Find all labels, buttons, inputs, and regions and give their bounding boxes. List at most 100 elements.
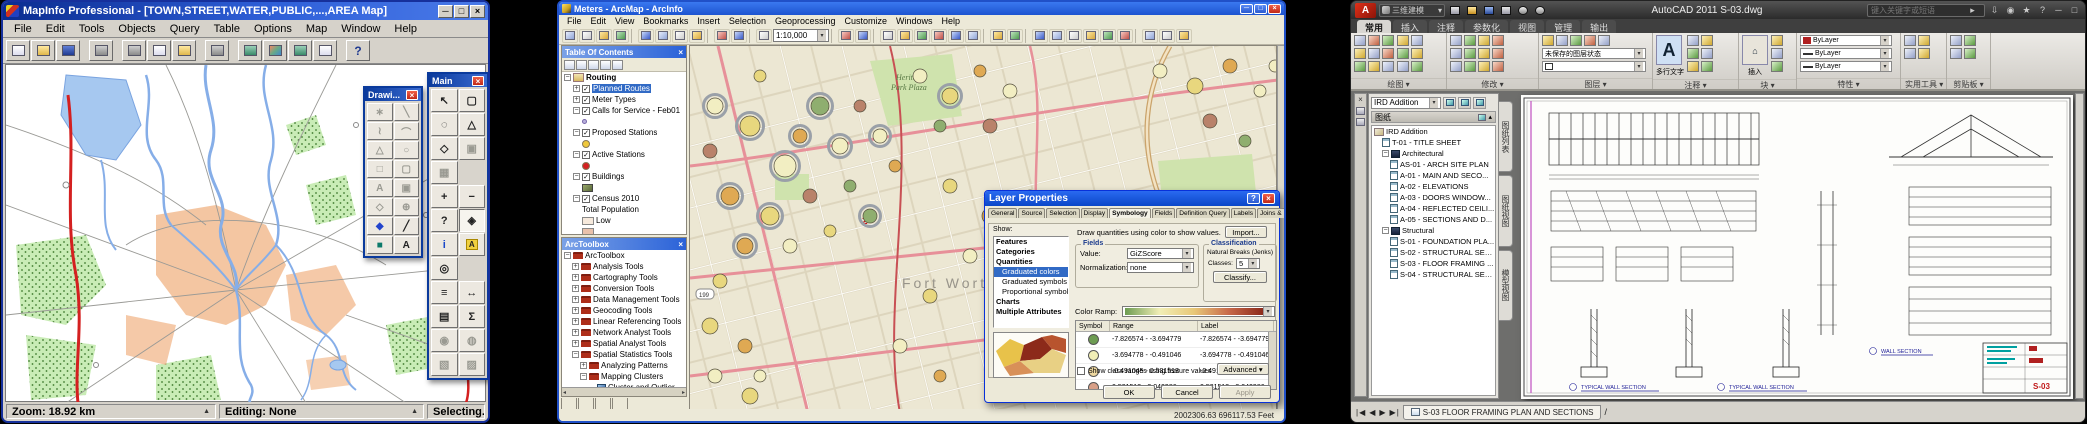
show-list-item[interactable]: Multiple Attributes (994, 307, 1068, 317)
layer-checkbox[interactable]: ✓ (582, 96, 590, 104)
zoom-in-button[interactable]: + (431, 185, 458, 208)
ribbon-tab[interactable]: 注释 (1429, 20, 1463, 33)
copy-button[interactable] (655, 29, 671, 43)
menu-item[interactable]: Edit (587, 16, 611, 26)
new-button[interactable] (562, 29, 578, 43)
cut-button[interactable] (638, 29, 654, 43)
polygon-button[interactable]: △ (367, 141, 393, 159)
ok-button[interactable]: OK (1103, 385, 1155, 399)
dialog-tab[interactable]: Labels (1231, 208, 1256, 218)
bylayer-dropdown[interactable]: ByLayer▾ (1800, 61, 1892, 72)
menu-item[interactable]: File (563, 16, 586, 26)
toolbox-item[interactable]: +Linear Referencing Tools (562, 316, 686, 327)
tool-icon[interactable] (1354, 61, 1366, 72)
dialog-tab[interactable]: Selection (1046, 208, 1079, 218)
list-by-selection-icon[interactable] (600, 60, 611, 70)
help-icon[interactable]: ? (2036, 5, 2049, 15)
refresh-icon[interactable] (1443, 97, 1456, 109)
select-button[interactable]: ↖ (431, 89, 458, 112)
tool-icon[interactable] (1771, 61, 1783, 72)
autocad-titlebar[interactable]: A 三维建模▾ AutoCAD 2011 S-03.dwg ▸ ⇩ ◉ ★ ? … (1351, 1, 2085, 19)
sheet-tree-item[interactable]: S-01 - FOUNDATION PLA... (1372, 236, 1495, 247)
menu-item[interactable]: Insert (693, 16, 724, 26)
vertical-scrollbar[interactable] (1268, 332, 1276, 389)
last-layout-icon[interactable]: ▶| (1390, 408, 1400, 417)
autohide-icon[interactable] (1356, 107, 1365, 115)
toolbox-item[interactable]: +Geocoding Tools (562, 305, 686, 316)
sheet-tree-item[interactable]: A-03 - DOORS WINDOW... (1372, 192, 1495, 203)
tool-icon[interactable] (1492, 48, 1504, 59)
menu-item[interactable]: Table (207, 22, 247, 36)
status-zoom[interactable]: Zoom: 18.92 km▲ (6, 404, 216, 419)
menu-item[interactable]: Bookmarks (639, 16, 692, 26)
hotlink-button[interactable]: ◎ (431, 257, 458, 280)
rounded-rectangle-button[interactable]: ▢ (394, 160, 420, 178)
symbol-button[interactable]: ∗ (367, 103, 393, 121)
clear-selection-button[interactable] (1049, 29, 1065, 43)
layer-tool-icon[interactable] (1570, 35, 1582, 46)
forward-button[interactable] (1007, 29, 1023, 43)
dialog-tab[interactable]: Definition Query (1176, 208, 1229, 218)
drawing-sheet[interactable]: TYPICAL WALL SECTION TYPICAL WALL SECTIO… (1521, 95, 2073, 399)
frame-button[interactable]: ▣ (394, 179, 420, 197)
panel-label[interactable]: 块 ▾ (1739, 79, 1796, 90)
ribbon-tab[interactable]: 插入 (1393, 20, 1427, 33)
toolbox-item[interactable]: Cluster and Outlier Analysis (Anselin Lo… (562, 382, 686, 387)
clip-region-onoff-button[interactable]: ▨ (459, 353, 486, 376)
plot-icon[interactable] (1499, 4, 1513, 17)
class-row[interactable]: -7.826574 - -3.694779-7.826574 - -3.6947… (1076, 332, 1276, 348)
copy-button[interactable] (147, 40, 171, 61)
toolbox-item[interactable]: +Conversion Tools (562, 283, 686, 294)
show-list-item[interactable]: Quantities (994, 257, 1068, 267)
editor-button[interactable] (838, 29, 854, 43)
show-statistics-button[interactable]: Σ (459, 305, 486, 328)
menu-item[interactable]: View (611, 16, 638, 26)
undo-icon[interactable] (1516, 4, 1530, 17)
fixed-zoom-in-button[interactable] (948, 29, 964, 43)
normalization-dropdown[interactable]: none▾ (1127, 262, 1194, 273)
graph-select-button[interactable]: ▦ (431, 161, 458, 184)
boundary-select-button[interactable]: ◇ (431, 137, 458, 160)
tool-icon[interactable] (1382, 48, 1394, 59)
redo-icon[interactable] (1533, 4, 1547, 17)
tool-icon[interactable] (1904, 48, 1916, 59)
show-list-item[interactable]: Categories (994, 247, 1068, 257)
zoom-in-button[interactable] (880, 29, 896, 43)
application-menu-button[interactable]: A (1355, 3, 1376, 18)
info-button[interactable]: i (431, 233, 458, 256)
column-header[interactable]: Range (1110, 321, 1198, 331)
palette-tab[interactable]: 图纸视图 (1499, 175, 1513, 246)
toolbox-item[interactable]: −Spatial Statistics Tools (562, 349, 686, 360)
add-node-button[interactable]: ⊕ (394, 198, 420, 216)
expander-icon[interactable]: + (572, 307, 579, 314)
identify-button[interactable] (1083, 29, 1099, 43)
toc-layer-row[interactable]: +✓Planned Routes (562, 83, 686, 94)
maximize-button[interactable]: □ (1254, 4, 1267, 14)
tool-icon[interactable] (1368, 48, 1380, 59)
sheet-tree-item[interactable]: T-01 - TITLE SHEET (1372, 137, 1495, 148)
tool-icon[interactable] (1687, 35, 1699, 46)
expander-icon[interactable]: + (580, 362, 587, 369)
sheetset-dropdown[interactable]: IRD Addition▾ (1371, 97, 1441, 109)
menu-item[interactable]: Selection (725, 16, 770, 26)
minimize-button[interactable]: ─ (1240, 4, 1253, 14)
add-data-button[interactable] (756, 29, 772, 43)
publish-icon[interactable] (1458, 97, 1471, 109)
maximize-button[interactable]: □ (454, 5, 469, 18)
line-button[interactable]: ╲ (394, 103, 420, 121)
advanced-button[interactable]: Advanced ▾ (1217, 363, 1269, 375)
menu-item[interactable]: Query (163, 22, 207, 36)
bylayer-dropdown[interactable]: ByLayer▾ (1800, 48, 1892, 59)
ribbon-tab[interactable]: 视图 (1510, 20, 1544, 33)
maximize-button[interactable]: □ (2068, 5, 2081, 15)
expander-icon[interactable]: − (573, 129, 580, 136)
ribbon-tab[interactable]: 管理 (1546, 20, 1580, 33)
select-elements-button[interactable] (1066, 29, 1082, 43)
tool-icon[interactable] (1397, 61, 1409, 72)
menu-item[interactable]: File (7, 22, 39, 36)
layer-checkbox[interactable]: ✓ (582, 151, 590, 159)
ruler-button[interactable]: ↔ (459, 281, 486, 304)
menu-item[interactable]: Options (247, 22, 299, 36)
drawing-palette-titlebar[interactable]: Drawi... × (365, 88, 421, 101)
expander-icon[interactable]: + (572, 318, 579, 325)
